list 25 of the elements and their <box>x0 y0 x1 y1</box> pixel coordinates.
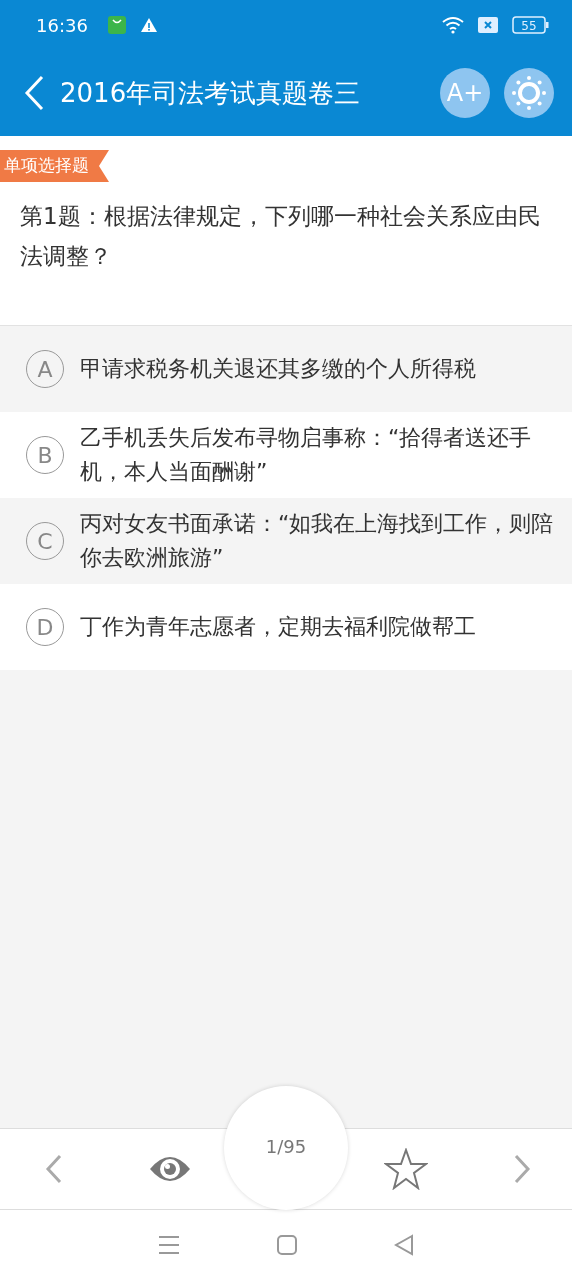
option-text: 甲请求税务机关退还其多缴的个人所得税 <box>80 355 476 383</box>
option-text: 丁作为青年志愿者，定期去福利院做帮工 <box>80 613 476 641</box>
question-counter[interactable]: 1/95 <box>224 1086 348 1210</box>
question-text: 第1题：根据法律规定，下列哪一种社会关系应由民法调整？ <box>20 202 542 271</box>
home-icon[interactable] <box>277 1235 297 1255</box>
brightness-button[interactable] <box>504 68 554 118</box>
question-position: 1/95 <box>265 1136 307 1158</box>
status-time: 16:36 <box>36 14 88 36</box>
option-text: 乙手机丢失后发布寻物启事称：“拾得者送还手机，本人当面酬谢” <box>80 424 533 486</box>
wifi-icon <box>442 16 464 34</box>
next-button[interactable] <box>512 1153 532 1185</box>
warning-icon <box>139 17 158 33</box>
previous-button[interactable] <box>44 1153 64 1185</box>
sim-off-icon <box>478 17 498 33</box>
answer-option[interactable]: B 乙手机丢失后发布寻物启事称：“拾得者送还手机，本人当面酬谢” <box>0 412 572 498</box>
back-icon[interactable] <box>393 1234 414 1256</box>
page-title: 2016年司法考试真题卷三 <box>60 76 362 110</box>
back-button[interactable] <box>22 74 46 112</box>
battery-level: 55 <box>521 19 537 33</box>
favorite-star-button[interactable] <box>384 1148 428 1190</box>
answer-option[interactable]: D 丁作为青年志愿者，定期去福利院做帮工 <box>0 584 572 670</box>
app-notification-icon <box>107 16 126 34</box>
option-text: 丙对女友书面承诺：“如我在上海找到工作，则陪你去欧洲旅游” <box>80 510 554 572</box>
menu-icon[interactable] <box>158 1235 181 1255</box>
question-type-tag: 单项选择题 <box>0 150 109 182</box>
